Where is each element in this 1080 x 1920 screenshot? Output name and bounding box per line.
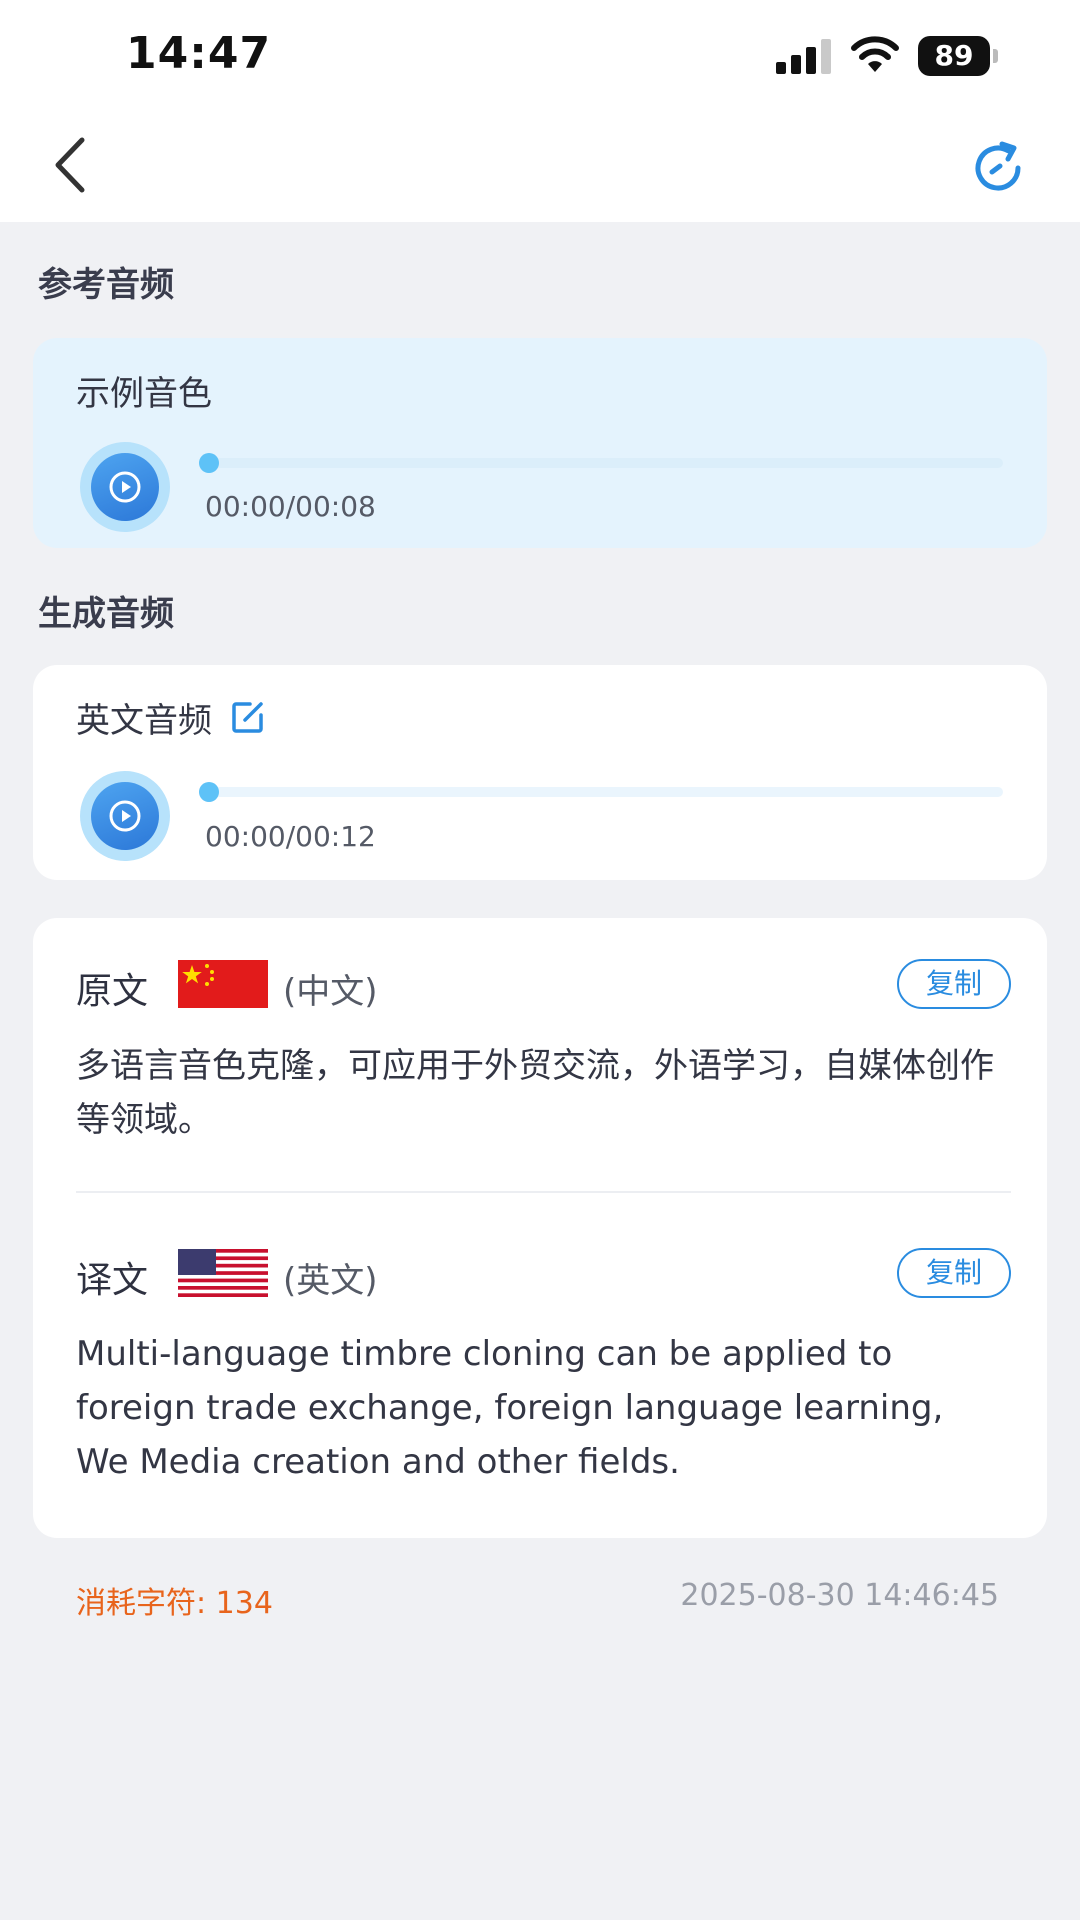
- status-bar: 14:47 89: [0, 0, 1080, 112]
- timestamp: 2025-08-30 14:46:45: [680, 1578, 999, 1613]
- copy-translation-button[interactable]: 复制: [897, 1248, 1011, 1298]
- battery-icon: 89: [918, 36, 998, 76]
- chars-consumed: 消耗字符: 134: [76, 1586, 273, 1621]
- text-card: 原文 (中文) 复制 多语言音色克隆，可应用于外贸交流，外语学习，自媒体创作等领…: [33, 918, 1047, 1538]
- generated-section-title: 生成音频: [38, 594, 174, 634]
- generated-play-button[interactable]: [80, 771, 170, 861]
- original-text: 多语言音色克隆，可应用于外贸交流，外语学习，自媒体创作等领域。: [76, 1046, 994, 1140]
- usa-flag-icon: [178, 1249, 268, 1297]
- generated-time-display: 00:00/00:12: [205, 820, 376, 853]
- refresh-icon: [975, 141, 1021, 191]
- wifi-icon: [850, 36, 900, 74]
- reference-time-display: 00:00/00:08: [205, 490, 376, 523]
- reference-progress-track[interactable]: [199, 453, 1003, 473]
- copy-original-button[interactable]: 复制: [897, 959, 1011, 1009]
- translation-text: Multi-language timbre cloning can be app…: [76, 1334, 944, 1482]
- reference-play-button[interactable]: [80, 442, 170, 532]
- divider: [76, 1191, 1011, 1193]
- generated-card-label: 英文音频: [76, 701, 212, 741]
- original-label: 原文: [76, 971, 149, 1012]
- edit-icon[interactable]: [230, 699, 266, 735]
- china-flag-icon: [178, 960, 268, 1008]
- nav-bar: [0, 112, 1080, 222]
- original-language: (中文): [283, 972, 378, 1012]
- reference-audio-card: 示例音色 00:00/00:08: [33, 338, 1047, 548]
- reference-section-title: 参考音频: [38, 265, 174, 305]
- play-icon: [109, 800, 141, 832]
- back-button[interactable]: [38, 130, 108, 200]
- translation-label: 译文: [76, 1260, 149, 1301]
- cellular-signal-icon: [776, 38, 834, 74]
- play-icon: [109, 471, 141, 503]
- reference-progress-knob[interactable]: [199, 453, 219, 473]
- refresh-button[interactable]: [968, 136, 1032, 200]
- battery-level: 89: [918, 36, 990, 76]
- generated-audio-card: 英文音频 00:00/00:12: [33, 665, 1047, 880]
- generated-progress-track[interactable]: [199, 782, 1003, 802]
- status-time: 14:47: [126, 28, 272, 79]
- chevron-left-icon: [55, 137, 85, 193]
- reference-card-label: 示例音色: [76, 374, 212, 414]
- translation-language: (英文): [283, 1261, 378, 1301]
- generated-progress-knob[interactable]: [199, 782, 219, 802]
